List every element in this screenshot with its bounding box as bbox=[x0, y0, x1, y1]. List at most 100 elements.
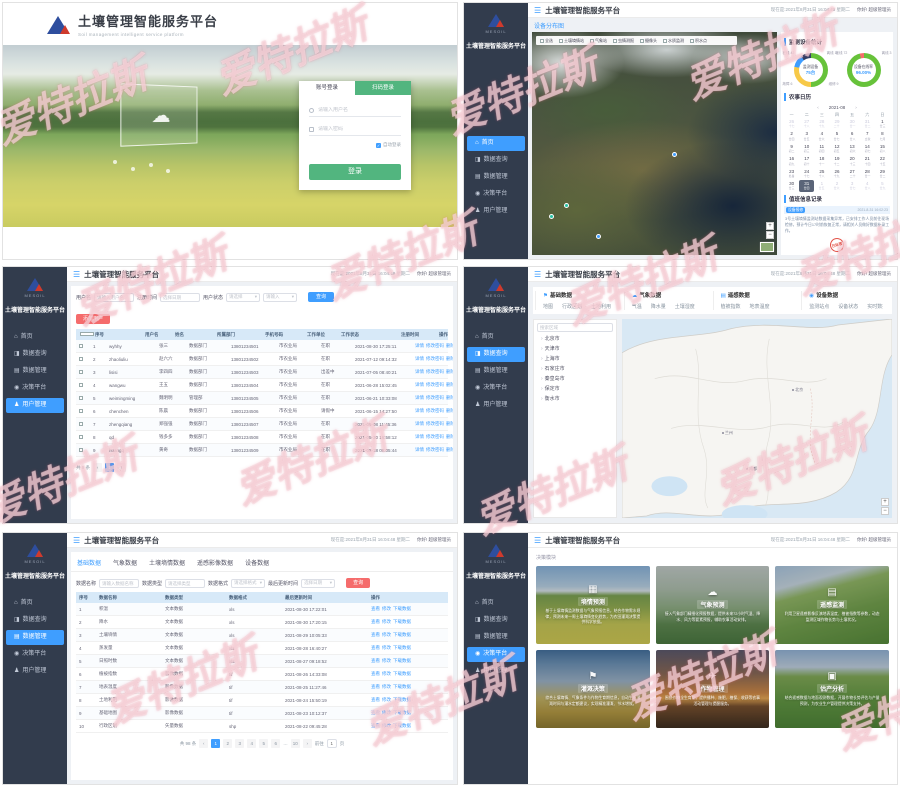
layer-toggle[interactable]: 气象站 bbox=[590, 38, 607, 44]
map-marker[interactable] bbox=[564, 203, 569, 208]
row-action-link[interactable]: 下载数据 bbox=[393, 658, 411, 664]
search-button[interactable]: 查询 bbox=[308, 292, 334, 302]
calendar-day[interactable]: 3廿七 bbox=[845, 180, 860, 192]
login-tab[interactable]: 扫码登录 bbox=[355, 81, 411, 95]
expand-arrow-icon[interactable]: › bbox=[541, 336, 543, 342]
password-input[interactable] bbox=[318, 126, 401, 132]
decision-card[interactable]: ☁ 气象预测 接入气象部门精细化预报数据，提供未来72小时气温、降水、风力等要素… bbox=[656, 566, 770, 644]
calendar-day[interactable]: 2廿六 bbox=[829, 180, 844, 192]
calendar-day[interactable]: 25十八 bbox=[814, 168, 829, 180]
calendar-day[interactable]: 23处暑 bbox=[784, 168, 799, 180]
row-action-link[interactable]: 删除 bbox=[446, 356, 453, 362]
row-action-link[interactable]: 修改密码 bbox=[426, 343, 444, 349]
next-page-button[interactable]: › bbox=[303, 739, 312, 748]
checkbox-icon[interactable] bbox=[590, 39, 594, 43]
page-number[interactable]: 4 bbox=[247, 739, 256, 748]
basemap-switcher[interactable] bbox=[760, 242, 774, 252]
category-item[interactable]: 设备状态 bbox=[838, 303, 858, 310]
row-action-link[interactable]: 删除 bbox=[446, 369, 453, 375]
row-checkbox[interactable] bbox=[79, 344, 83, 348]
category-item[interactable]: 土壤湿度 bbox=[675, 303, 695, 310]
calendar-day[interactable]: 5廿九 bbox=[875, 180, 890, 192]
sidebar-nav-item[interactable]: ◨数据查询 bbox=[6, 613, 64, 628]
row-action-link[interactable]: 详情 bbox=[415, 382, 424, 388]
row-action-link[interactable]: 详情 bbox=[415, 408, 424, 414]
row-action-link[interactable]: 修改 bbox=[382, 658, 391, 664]
calendar-day[interactable]: 2廿四 bbox=[784, 130, 799, 142]
row-action-link[interactable]: 删除 bbox=[446, 343, 453, 349]
page-number[interactable]: 3 bbox=[235, 739, 244, 748]
checkbox-icon[interactable] bbox=[559, 39, 563, 43]
category-item[interactable]: 土地利用 bbox=[591, 303, 611, 310]
calendar-day[interactable]: 5廿七 bbox=[829, 130, 844, 142]
status-select[interactable]: 请选择▾ bbox=[226, 293, 260, 302]
data-name-input[interactable] bbox=[99, 579, 139, 588]
update-date-select[interactable]: 选择日期▾ bbox=[301, 579, 335, 588]
menu-toggle-icon[interactable]: ☰ bbox=[534, 270, 541, 279]
calendar-day[interactable]: 20十三 bbox=[845, 155, 860, 167]
calendar-day[interactable]: 30廿一 bbox=[845, 118, 860, 130]
calendar-day[interactable]: 14初七 bbox=[860, 143, 875, 155]
sidebar-nav-item[interactable]: ◉决策平台 bbox=[6, 647, 64, 662]
expand-arrow-icon[interactable]: › bbox=[541, 366, 543, 372]
row-action-link[interactable]: 下载数据 bbox=[393, 606, 411, 612]
sidebar-nav-item[interactable]: ♟用户管理 bbox=[467, 664, 525, 679]
row-action-link[interactable]: 删除 bbox=[446, 395, 453, 401]
row-action-link[interactable]: 删除 bbox=[446, 447, 453, 453]
region-tree-item[interactable]: ›保定市 bbox=[537, 382, 613, 392]
category-item[interactable]: 地图 bbox=[543, 303, 553, 310]
checkbox-icon[interactable] bbox=[640, 39, 644, 43]
menu-toggle-icon[interactable]: ☰ bbox=[73, 536, 80, 545]
category-item[interactable]: 气温 bbox=[632, 303, 642, 310]
sidebar-nav-item[interactable]: ♟用户管理 bbox=[467, 204, 525, 219]
zoom-in-button[interactable]: + bbox=[766, 222, 774, 230]
sidebar-nav-item[interactable]: ♟用户管理 bbox=[6, 398, 64, 413]
region-tree-item[interactable]: ›衡水市 bbox=[537, 392, 613, 402]
row-action-link[interactable]: 修改 bbox=[382, 697, 391, 703]
prev-page-button[interactable]: ‹ bbox=[199, 739, 208, 748]
region-tree-item[interactable]: ›秦皇岛市 bbox=[537, 372, 613, 382]
calendar-day[interactable]: 4廿六 bbox=[814, 130, 829, 142]
row-action-link[interactable]: 下载数据 bbox=[393, 710, 411, 716]
sidebar-nav-item[interactable]: ◉决策平台 bbox=[467, 381, 525, 396]
row-checkbox[interactable] bbox=[79, 357, 83, 361]
sidebar-nav-item[interactable]: ◨数据查询 bbox=[467, 613, 525, 628]
expand-arrow-icon[interactable]: › bbox=[541, 386, 543, 392]
row-action-link[interactable]: 修改 bbox=[382, 671, 391, 677]
data-tab[interactable]: 基础数据 bbox=[77, 558, 101, 567]
row-action-link[interactable]: 修改 bbox=[382, 684, 391, 690]
row-action-link[interactable]: 修改密码 bbox=[426, 408, 444, 414]
row-action-link[interactable]: 删除 bbox=[446, 382, 453, 388]
map-marker[interactable] bbox=[596, 234, 601, 239]
row-action-link[interactable]: 下载数据 bbox=[393, 632, 411, 638]
sidebar-nav-item[interactable]: ◨数据查询 bbox=[6, 347, 64, 362]
goto-page-input[interactable] bbox=[327, 739, 337, 748]
region-tree-item[interactable]: ›石家庄市 bbox=[537, 362, 613, 372]
satellite-map[interactable]: 全选 土壤墒情站 气象站 虫情测报 摄像头 水质监测 积水点 bbox=[532, 32, 777, 255]
calendar-day[interactable]: 1廿三 bbox=[875, 118, 890, 130]
page-number[interactable]: 10 bbox=[291, 739, 300, 748]
zoom-in-button[interactable]: + bbox=[881, 498, 889, 506]
calendar-day[interactable]: 31廿四 bbox=[799, 180, 814, 192]
decision-card[interactable]: ▤ 遥感监测 利用卫星遥感影像反演地表温度、植被指数等参数，动态监测区域作物长势… bbox=[775, 566, 889, 644]
decision-card[interactable]: ▦ 墒情预测 基于土壤墒情监测数据与气象预报信息，结合作物需水规律，预测未来一周… bbox=[536, 566, 650, 644]
checkbox-icon[interactable] bbox=[690, 39, 694, 43]
calendar-day[interactable]: 3廿五 bbox=[799, 130, 814, 142]
calendar-day[interactable]: 9初二 bbox=[784, 143, 799, 155]
row-checkbox[interactable] bbox=[79, 396, 83, 400]
row-action-link[interactable]: 下载数据 bbox=[393, 671, 411, 677]
calendar-day[interactable]: 8七月 bbox=[875, 130, 890, 142]
row-action-link[interactable]: 查看 bbox=[371, 697, 380, 703]
calendar-day[interactable]: 26十七 bbox=[784, 118, 799, 130]
calendar-day[interactable]: 16初九 bbox=[784, 155, 799, 167]
layer-toggle[interactable]: 土壤墒情站 bbox=[559, 38, 584, 44]
row-action-link[interactable]: 查看 bbox=[371, 671, 380, 677]
prev-page-button[interactable]: ‹ bbox=[93, 463, 102, 472]
calendar-day[interactable]: 29二十 bbox=[829, 118, 844, 130]
row-checkbox[interactable] bbox=[79, 370, 83, 374]
row-action-link[interactable]: 修改密码 bbox=[426, 447, 444, 453]
expand-arrow-icon[interactable]: › bbox=[541, 376, 543, 382]
row-action-link[interactable]: 删除 bbox=[446, 421, 453, 427]
sidebar-nav-item[interactable]: ◨数据查询 bbox=[467, 347, 525, 362]
decision-card[interactable]: ▣ 估产分析 结合遥感数据与地面观测数据，开展作物长势评估与产量预测，为农业生产… bbox=[775, 650, 889, 728]
